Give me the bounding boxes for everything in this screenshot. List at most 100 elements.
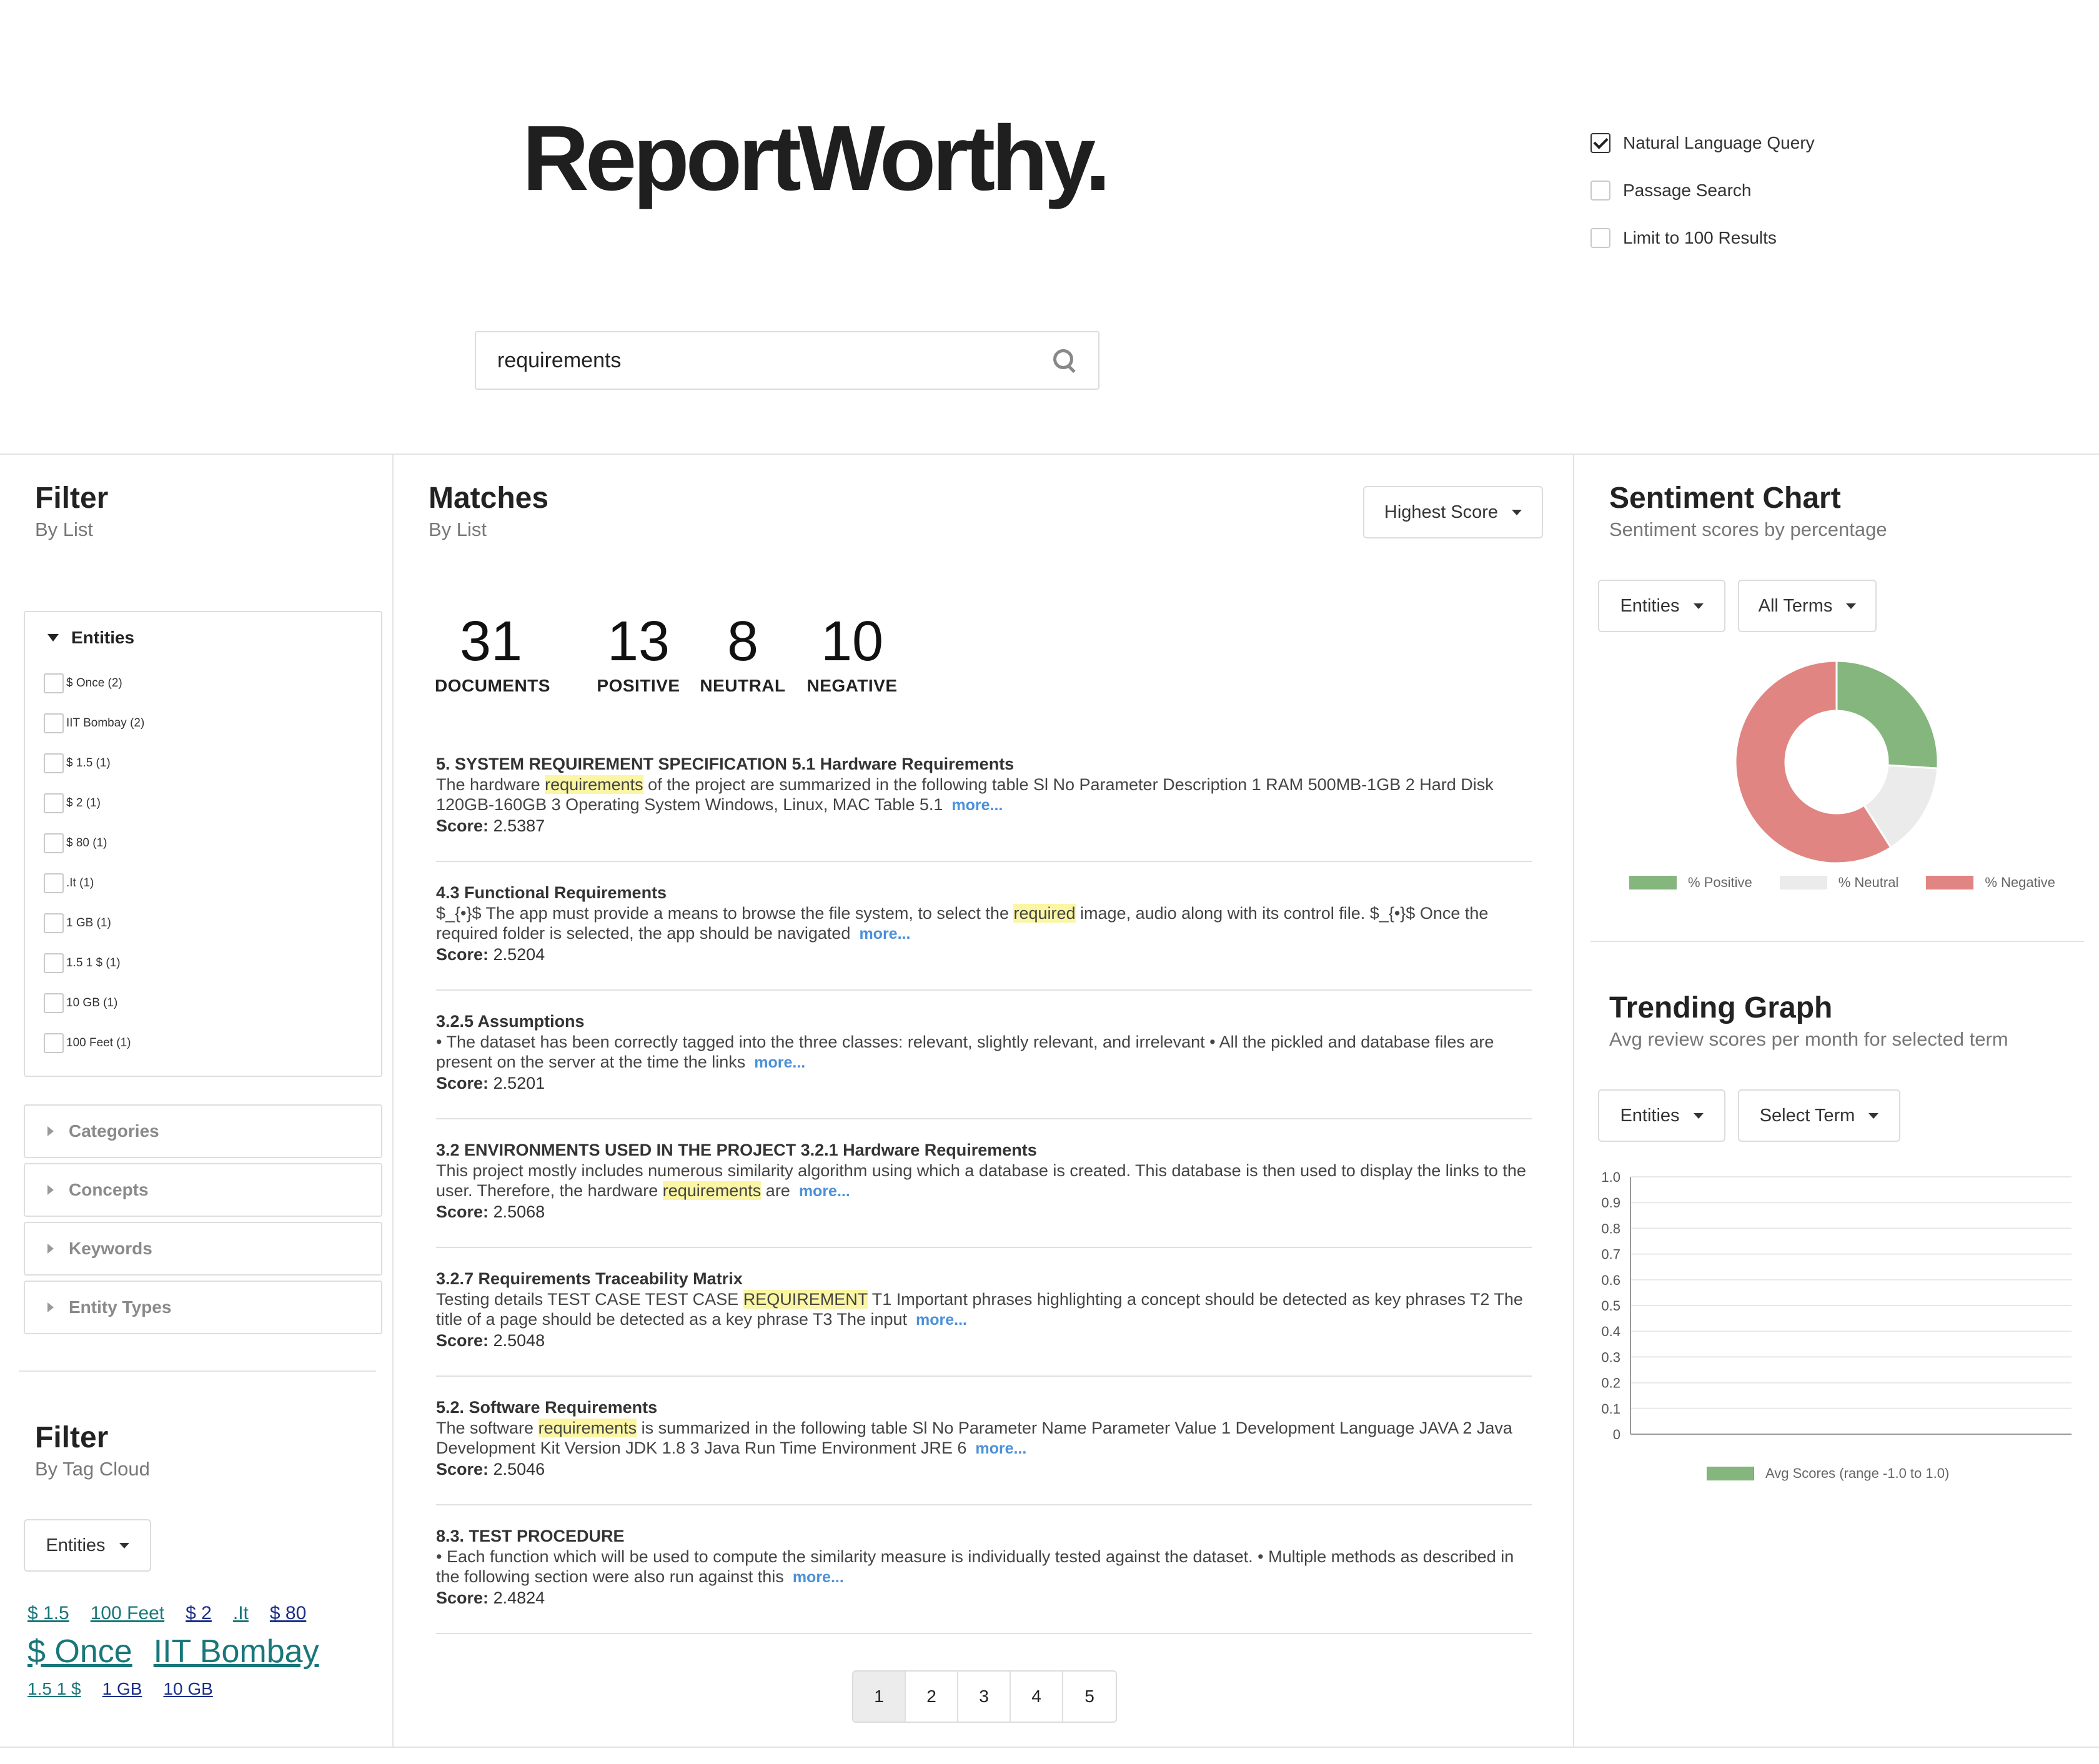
entity-filter-label: $ 2 (1) <box>66 796 101 810</box>
option-passage-search[interactable]: Passage Search <box>1590 180 1815 201</box>
entity-filter-item[interactable]: $ 2 (1) <box>44 783 381 823</box>
more-link[interactable]: more... <box>799 1182 850 1200</box>
page-button[interactable]: 5 <box>1063 1672 1116 1722</box>
y-tick-label: 0.4 <box>1601 1324 1620 1339</box>
highlighted-term: requirements <box>662 1181 762 1200</box>
tag-link[interactable]: $ 1.5 <box>27 1603 69 1624</box>
entity-filter-item[interactable]: 10 GB (1) <box>44 983 381 1023</box>
app-logo: ReportWorthy. <box>522 107 1111 210</box>
tag-link[interactable]: $ Once <box>27 1633 132 1670</box>
dropdown-label: All Terms <box>1758 595 1833 616</box>
stat-number: 8 <box>727 610 759 673</box>
filter-cloud-subtitle: By Tag Cloud <box>35 1458 150 1480</box>
checkbox-checked-icon[interactable] <box>1590 133 1610 153</box>
result-snippet: The software requirements is summarized … <box>436 1418 1532 1459</box>
filter-section-label: Entity Types <box>69 1297 172 1317</box>
entities-filter-toggle[interactable]: Entities <box>25 612 381 663</box>
more-link[interactable]: more... <box>859 925 910 943</box>
filter-section-label: Keywords <box>69 1239 152 1258</box>
option-label: Natural Language Query <box>1623 133 1815 152</box>
entity-filter-item[interactable]: $ 1.5 (1) <box>44 743 381 783</box>
checkbox-icon[interactable] <box>44 753 64 773</box>
tag-link[interactable]: 1 GB <box>102 1679 142 1699</box>
result-title[interactable]: 5. SYSTEM REQUIREMENT SPECIFICATION 5.1 … <box>436 753 1532 775</box>
search-icon[interactable] <box>1052 348 1077 373</box>
entity-filter-item[interactable]: $ 80 (1) <box>44 823 381 863</box>
score-label: Score: <box>436 816 489 835</box>
trending-legend: Avg Scores (range -1.0 to 1.0) <box>1707 1465 1949 1482</box>
entity-filter-item[interactable]: 1.5 1 $ (1) <box>44 943 381 983</box>
tag-link[interactable]: .It <box>233 1603 249 1624</box>
y-tick-label: 0.7 <box>1601 1247 1620 1262</box>
score-value: 2.5046 <box>493 1460 545 1479</box>
page-button[interactable]: 2 <box>906 1672 958 1722</box>
stat-positive: 13 POSITIVE <box>593 613 683 696</box>
result-title[interactable]: 5.2. Software Requirements <box>436 1397 1532 1418</box>
entity-filter-item[interactable]: $ Once (2) <box>44 663 381 703</box>
trending-type-dropdown[interactable]: Entities <box>1598 1089 1725 1142</box>
sentiment-subtitle: Sentiment scores by percentage <box>1609 518 1887 540</box>
entity-filter-item[interactable]: 1 GB (1) <box>44 903 381 943</box>
tag-link[interactable]: $ 80 <box>270 1603 306 1624</box>
keywords-filter-panel[interactable]: Keywords <box>24 1222 382 1276</box>
entity-filter-item[interactable]: .It (1) <box>44 863 381 903</box>
tag-link[interactable]: IIT Bombay <box>154 1633 319 1670</box>
result-title[interactable]: 3.2 ENVIRONMENTS USED IN THE PROJECT 3.2… <box>436 1139 1532 1161</box>
result-title[interactable]: 3.2.7 Requirements Traceability Matrix <box>436 1268 1532 1289</box>
trending-term-dropdown[interactable]: Select Term <box>1738 1089 1900 1142</box>
result-snippet: Testing details TEST CASE TEST CASE REQU… <box>436 1289 1532 1330</box>
tag-link[interactable]: 100 Feet <box>91 1603 164 1624</box>
stat-neutral: 8 NEUTRAL <box>698 613 787 696</box>
concepts-filter-panel[interactable]: Concepts <box>24 1163 382 1217</box>
search-input[interactable] <box>497 348 1052 373</box>
sort-dropdown[interactable]: Highest Score <box>1363 486 1543 538</box>
result-score: Score: 2.5046 <box>436 1459 1532 1480</box>
categories-filter-panel[interactable]: Categories <box>24 1104 382 1158</box>
result-title[interactable]: 8.3. TEST PROCEDURE <box>436 1525 1532 1547</box>
result-title[interactable]: 4.3 Functional Requirements <box>436 882 1532 903</box>
option-limit-results[interactable]: Limit to 100 Results <box>1590 227 1815 249</box>
tag-link[interactable]: $ 2 <box>186 1603 212 1624</box>
more-link[interactable]: more... <box>916 1311 967 1329</box>
checkbox-icon[interactable] <box>1590 228 1610 248</box>
result-title[interactable]: 3.2.5 Assumptions <box>436 1011 1532 1032</box>
checkbox-icon[interactable] <box>44 993 64 1013</box>
checkbox-icon[interactable] <box>44 873 64 893</box>
legend-swatch-neutral <box>1779 876 1827 889</box>
entity-types-filter-panel[interactable]: Entity Types <box>24 1281 382 1334</box>
more-link[interactable]: more... <box>793 1568 844 1586</box>
score-label: Score: <box>436 1202 489 1221</box>
tag-cloud-dropdown[interactable]: Entities <box>24 1519 151 1572</box>
checkbox-icon[interactable] <box>44 793 64 813</box>
score-value: 2.4824 <box>493 1588 545 1607</box>
result-snippet: This project mostly includes numerous si… <box>436 1161 1532 1201</box>
checkbox-icon[interactable] <box>44 953 64 973</box>
page-button[interactable]: 3 <box>958 1672 1011 1722</box>
checkbox-icon[interactable] <box>44 713 64 733</box>
option-natural-language-query[interactable]: Natural Language Query <box>1590 132 1815 154</box>
donut-slice-positive[interactable] <box>1835 660 1939 770</box>
entity-filter-item[interactable]: 100 Feet (1) <box>44 1023 381 1063</box>
checkbox-icon[interactable] <box>44 673 64 693</box>
sentiment-type-dropdown[interactable]: Entities <box>1598 580 1725 632</box>
result-score: Score: 2.5048 <box>436 1330 1532 1351</box>
page-button[interactable]: 1 <box>853 1672 906 1722</box>
tag-link[interactable]: 1.5 1 $ <box>27 1679 81 1699</box>
chart-divider <box>1590 941 2084 942</box>
stat-number: 10 <box>820 610 884 673</box>
page-button[interactable]: 4 <box>1011 1672 1063 1722</box>
checkbox-icon[interactable] <box>44 1033 64 1053</box>
more-link[interactable]: more... <box>951 796 1003 814</box>
checkbox-icon[interactable] <box>1590 181 1610 201</box>
more-link[interactable]: more... <box>975 1440 1026 1457</box>
stat-negative: 10 NEGATIVE <box>805 613 900 696</box>
entity-filter-label: .It (1) <box>66 876 94 889</box>
caret-down-icon <box>47 634 59 642</box>
checkbox-icon[interactable] <box>44 833 64 853</box>
caret-down-icon <box>1846 603 1857 609</box>
tag-link[interactable]: 10 GB <box>163 1679 212 1699</box>
checkbox-icon[interactable] <box>44 913 64 933</box>
more-link[interactable]: more... <box>754 1054 805 1071</box>
sentiment-term-dropdown[interactable]: All Terms <box>1738 580 1877 632</box>
entity-filter-item[interactable]: IIT Bombay (2) <box>44 703 381 743</box>
